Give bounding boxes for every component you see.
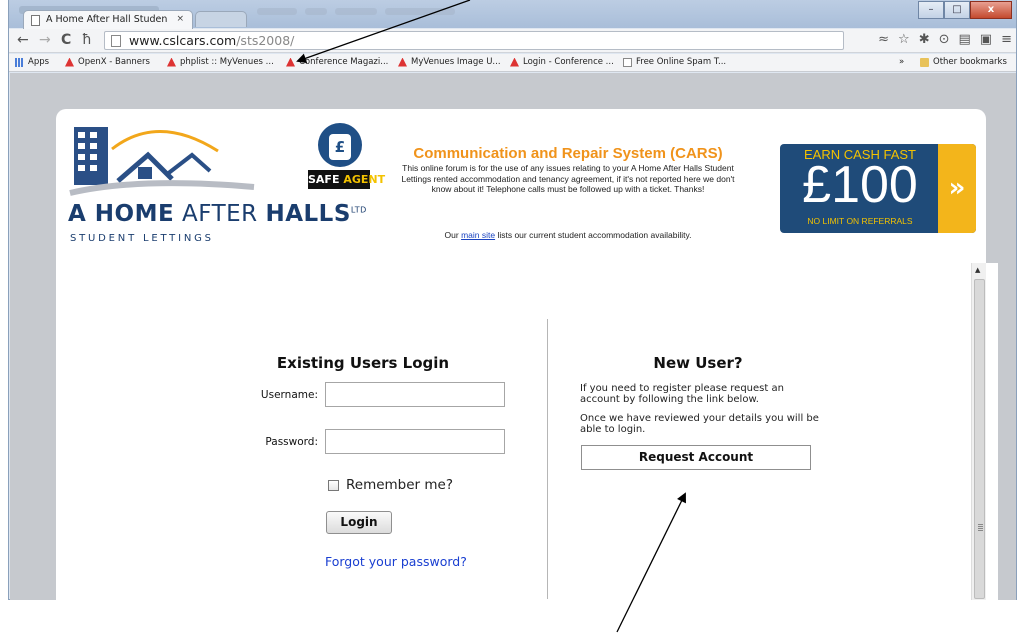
username-input[interactable] <box>325 382 505 407</box>
folder-icon <box>920 57 929 67</box>
request-account-button[interactable]: Request Account <box>581 445 811 470</box>
bookmark-favicon <box>286 57 295 67</box>
navigation-toolbar: ← → C ħ www.cslcars.com/sts2008/ ≈ ☆ ✱ ⊙… <box>9 29 1016 53</box>
scroll-up-icon[interactable]: ▲ <box>975 266 980 274</box>
blurred-menu-item <box>385 8 455 15</box>
new-user-heading: New User? <box>653 354 743 372</box>
tab-close-icon[interactable]: × <box>176 14 184 24</box>
bookmark-item[interactable]: OpenX - Banners <box>65 57 150 67</box>
username-label: Username: <box>260 389 318 401</box>
bookmark-other[interactable]: Other bookmarks <box>920 57 1007 67</box>
column-divider <box>547 319 548 599</box>
browser-window: A Home After Hall Studen × – □ x ← → C ħ… <box>8 0 1017 600</box>
safe-agent-badge: £ SAFE AGENT <box>308 123 385 199</box>
remember-label: Remember me? <box>346 477 454 493</box>
bookmark-item[interactable]: phplist :: MyVenues ... <box>167 57 274 67</box>
extension-icon[interactable]: ⊙ <box>939 32 950 47</box>
menu-icon[interactable]: ≡ <box>1001 32 1012 47</box>
banner-subline: NO LIMIT ON REFERRALS <box>807 216 913 226</box>
back-arrow-icon[interactable]: ← <box>17 32 29 48</box>
blurred-menu-item <box>305 8 327 15</box>
close-window-button[interactable]: x <box>970 1 1012 19</box>
extension-icon[interactable]: ✱ <box>919 32 930 47</box>
home-icon[interactable]: ħ <box>82 32 92 48</box>
password-label: Password: <box>265 436 318 448</box>
extension-icon[interactable]: ▤ <box>959 32 971 47</box>
minimize-button[interactable]: – <box>918 1 944 19</box>
bookmark-favicon <box>623 57 632 67</box>
login-frame: Existing Users Login Username: Password:… <box>58 263 998 600</box>
blurred-menu-item <box>335 8 377 15</box>
bookmark-item[interactable]: Conference Magazi... <box>286 57 388 67</box>
url-domain: www.cslcars.com <box>129 33 237 48</box>
bookmarks-overflow[interactable]: » <box>899 57 904 67</box>
banner-amount: £100 <box>802 156 918 214</box>
new-user-description: If you need to register please request a… <box>580 383 820 435</box>
grip-icon <box>978 524 983 532</box>
forward-arrow-icon[interactable]: → <box>39 32 51 48</box>
safe-agent-label: SAFE AGENT <box>308 170 385 189</box>
bookmark-item[interactable]: MyVenues Image U... <box>398 57 501 67</box>
scrollbar-thumb[interactable] <box>974 279 985 599</box>
window-controls: – □ x <box>918 1 1012 21</box>
login-button[interactable]: Login <box>326 511 392 534</box>
maximize-button[interactable]: □ <box>944 1 970 19</box>
bookmark-favicon <box>65 57 74 67</box>
bookmark-star-icon[interactable]: ☆ <box>898 32 910 47</box>
cars-title: Communication and Repair System (CARS) <box>413 145 723 162</box>
bookmark-favicon <box>510 57 519 67</box>
remember-checkbox[interactable] <box>328 479 339 491</box>
bookmark-item[interactable]: Login - Conference ... <box>510 57 614 67</box>
bookmark-favicon <box>167 57 176 67</box>
referral-banner[interactable]: EARN CASH FAST £100 NO LIMIT ON REFERRAL… <box>780 144 976 233</box>
cars-description: This online forum is for the use of any … <box>401 163 735 194</box>
main-site-link[interactable]: main site <box>461 230 495 240</box>
banner-arrow-icon[interactable]: » <box>938 144 976 233</box>
tab-active[interactable]: A Home After Hall Studen × <box>23 10 193 29</box>
page-viewport: A HOME AFTER HALLSLTD STUDENT LETTINGS £… <box>10 73 1016 600</box>
lock-icon: £ <box>318 123 362 167</box>
forgot-password-link[interactable]: Forgot your password? <box>325 554 467 569</box>
bookmark-item[interactable]: Free Online Spam T... <box>623 57 726 67</box>
remember-me[interactable]: Remember me? <box>328 477 453 493</box>
password-input[interactable] <box>325 429 505 454</box>
brand-name: A HOME AFTER HALLSLTD <box>68 201 367 227</box>
screenshot: A Home After Hall Studen × – □ x ← → C ħ… <box>0 0 1017 635</box>
address-bar[interactable]: www.cslcars.com/sts2008/ <box>104 31 844 50</box>
main-site-note: Our main site lists our current student … <box>444 230 692 240</box>
new-user-desc-1: If you need to register please request a… <box>580 383 784 405</box>
toolbar-extensions: ≈ ☆ ✱ ⊙ ▤ ▣ ≡ <box>878 32 1012 47</box>
extension-icon[interactable]: ▣ <box>980 32 992 47</box>
new-tab-button[interactable] <box>195 11 247 27</box>
tab-title: A Home After Hall Studen <box>46 14 168 25</box>
bookmark-favicon <box>398 57 407 67</box>
login-heading: Existing Users Login <box>276 354 450 372</box>
frame-scrollbar[interactable]: ▲ <box>971 263 986 600</box>
page-icon <box>111 35 121 47</box>
blurred-menu-item <box>257 8 297 15</box>
new-user-desc-2: Once we have reviewed your details you w… <box>580 413 819 435</box>
apps-grid-icon <box>15 57 24 67</box>
extension-icon[interactable]: ≈ <box>878 32 889 47</box>
brand-tagline: STUDENT LETTINGS <box>70 233 214 244</box>
page-icon <box>31 15 40 26</box>
house-logo-icon <box>69 127 255 196</box>
bookmark-apps[interactable]: Apps <box>15 57 49 67</box>
reload-icon[interactable]: C <box>61 32 71 48</box>
title-bar: A Home After Hall Studen × – □ x <box>9 0 1016 29</box>
bookmarks-bar: Apps OpenX - Banners phplist :: MyVenues… <box>9 54 1016 72</box>
url-path: /sts2008/ <box>236 33 295 48</box>
